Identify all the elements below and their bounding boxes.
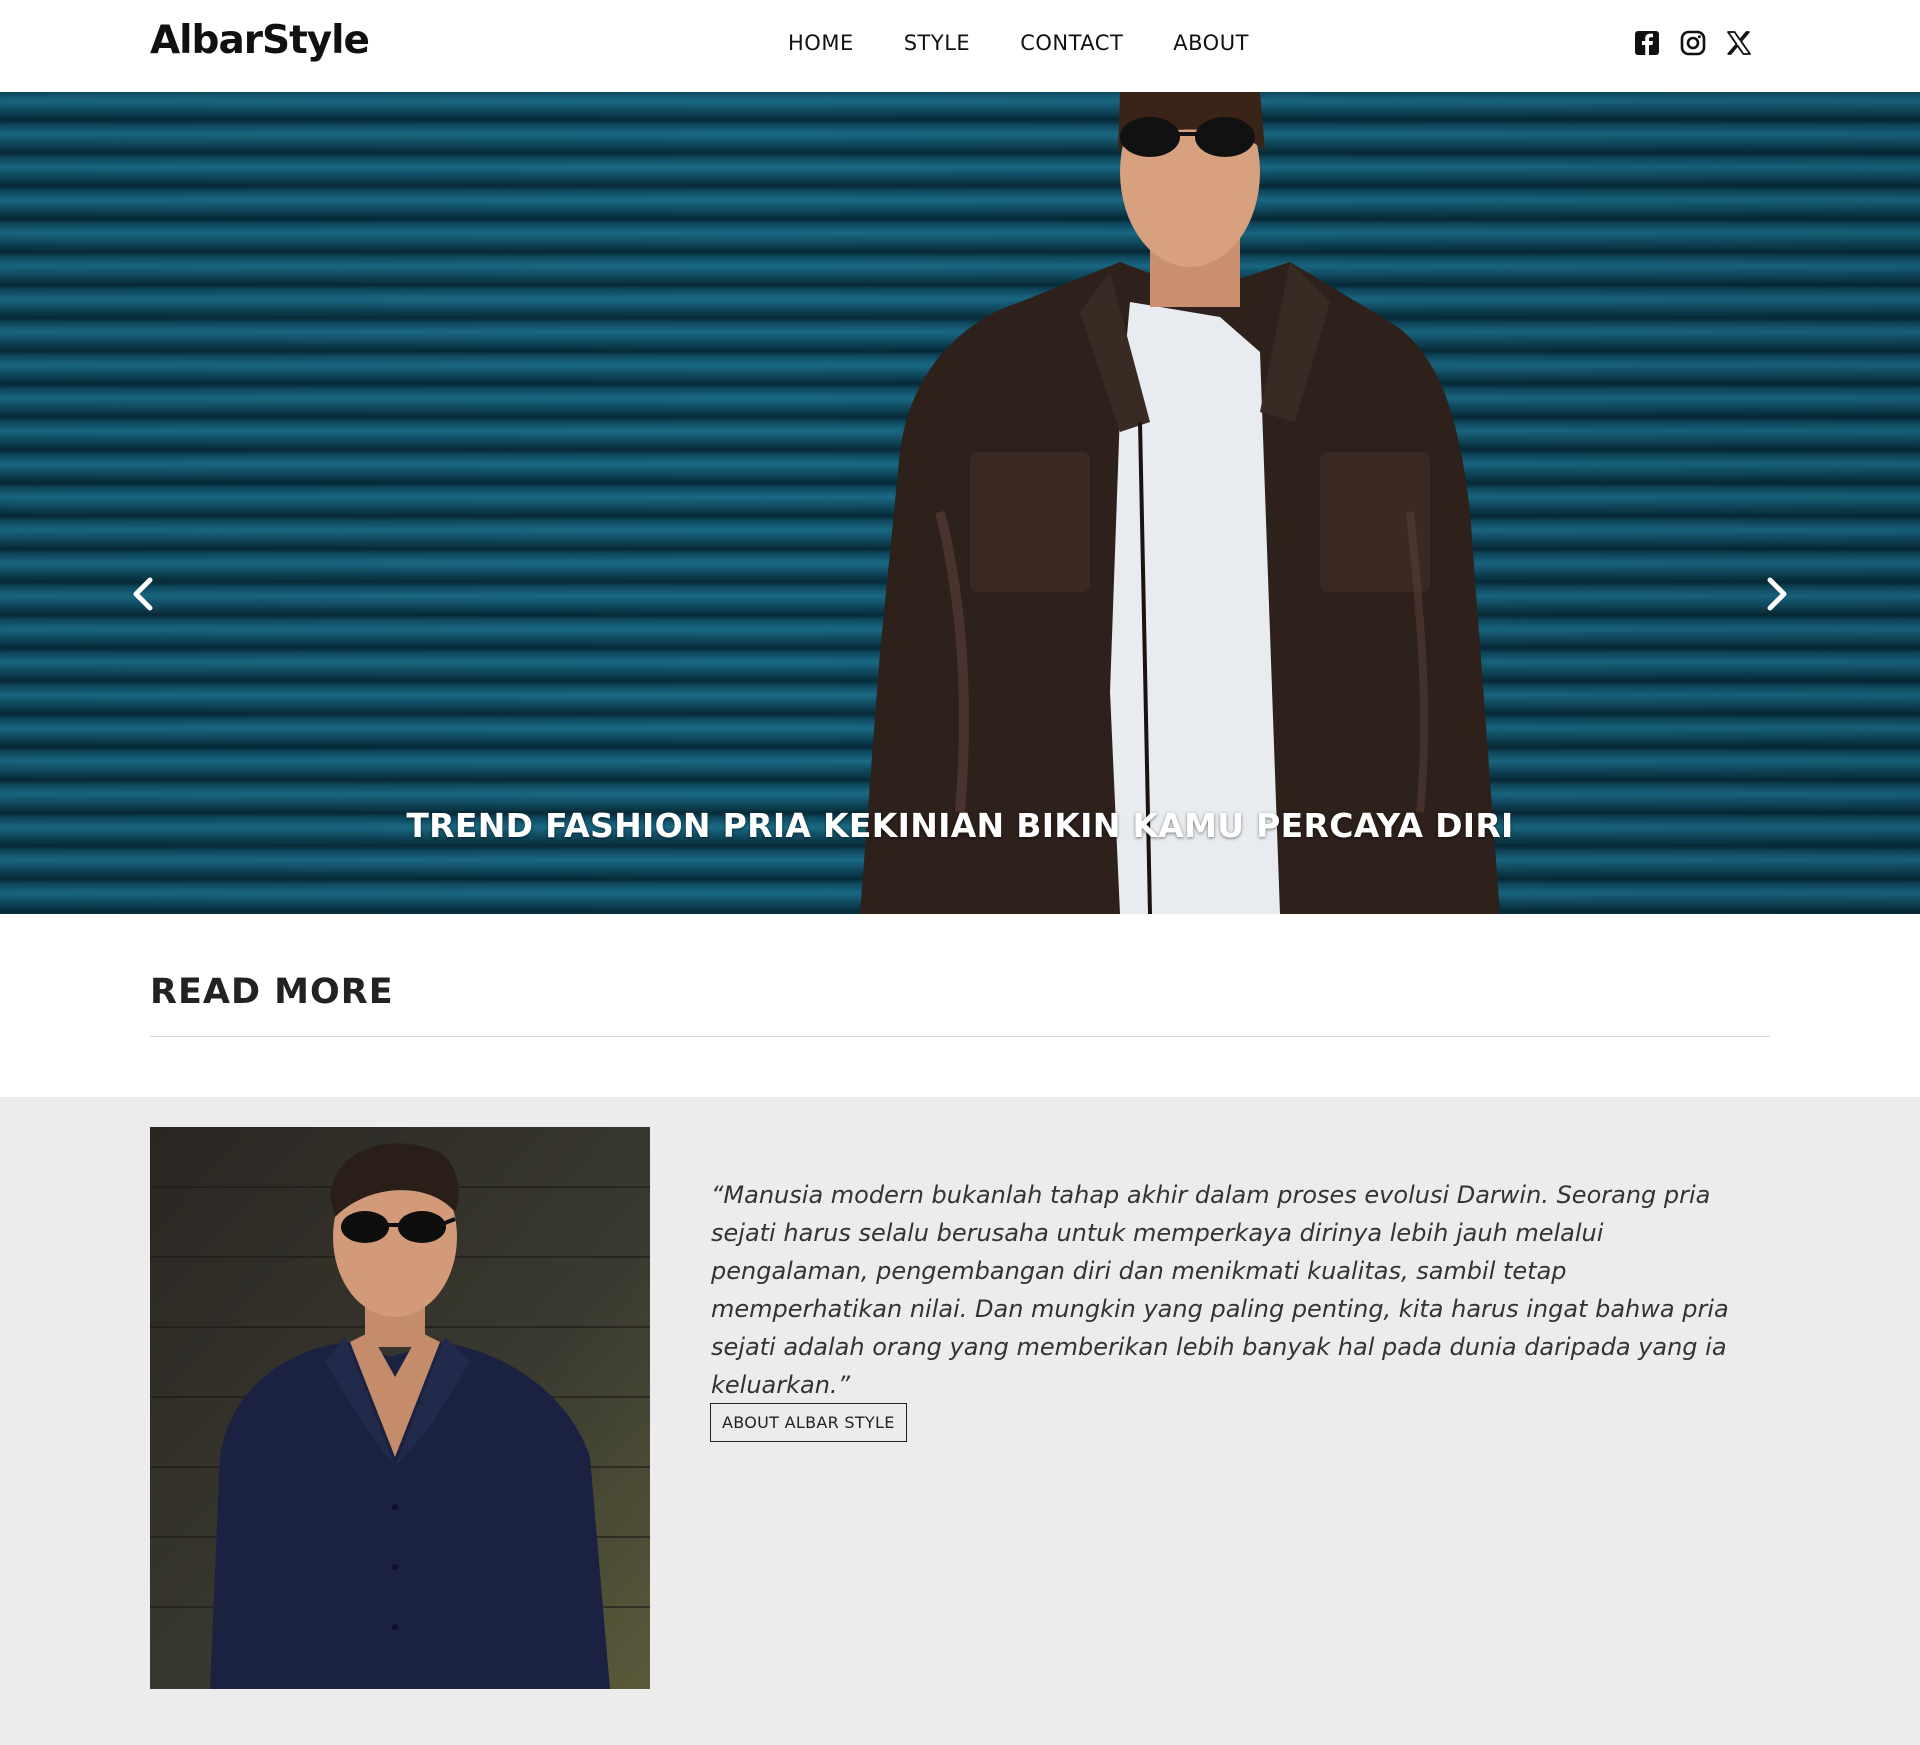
about-albar-style-button[interactable]: ABOUT ALBAR STYLE — [710, 1403, 907, 1442]
nav-home[interactable]: HOME — [788, 31, 854, 55]
read-more-heading: READ MORE — [150, 972, 394, 1012]
nav-about[interactable]: ABOUT — [1173, 31, 1249, 55]
hero-carousel — [0, 92, 1920, 914]
about-section: “Manusia modern bukanlah tahap akhir dal… — [0, 1097, 1920, 1745]
about-quote: “Manusia modern bukanlah tahap akhir dal… — [711, 1181, 1729, 1399]
instagram-icon[interactable] — [1678, 28, 1708, 58]
nav-style[interactable]: STYLE — [904, 31, 970, 55]
site-header: AlbarStyle HOME STYLE CONTACT ABOUT — [0, 0, 1920, 92]
carousel-next-button[interactable] — [1756, 572, 1796, 616]
social-links — [1632, 28, 1754, 58]
main-nav: HOME STYLE CONTACT ABOUT — [788, 31, 1299, 55]
facebook-icon[interactable] — [1632, 28, 1662, 58]
carousel-prev-button[interactable] — [124, 572, 164, 616]
about-photo — [150, 1127, 650, 1689]
hero-model-image — [860, 92, 1500, 914]
hero-caption: TREND FASHION PRIA KEKINIAN BIKIN KAMU P… — [406, 806, 1514, 845]
site-logo[interactable]: AlbarStyle — [150, 18, 370, 63]
nav-contact[interactable]: CONTACT — [1020, 31, 1123, 55]
section-divider — [150, 1036, 1770, 1037]
x-icon[interactable] — [1724, 28, 1754, 58]
